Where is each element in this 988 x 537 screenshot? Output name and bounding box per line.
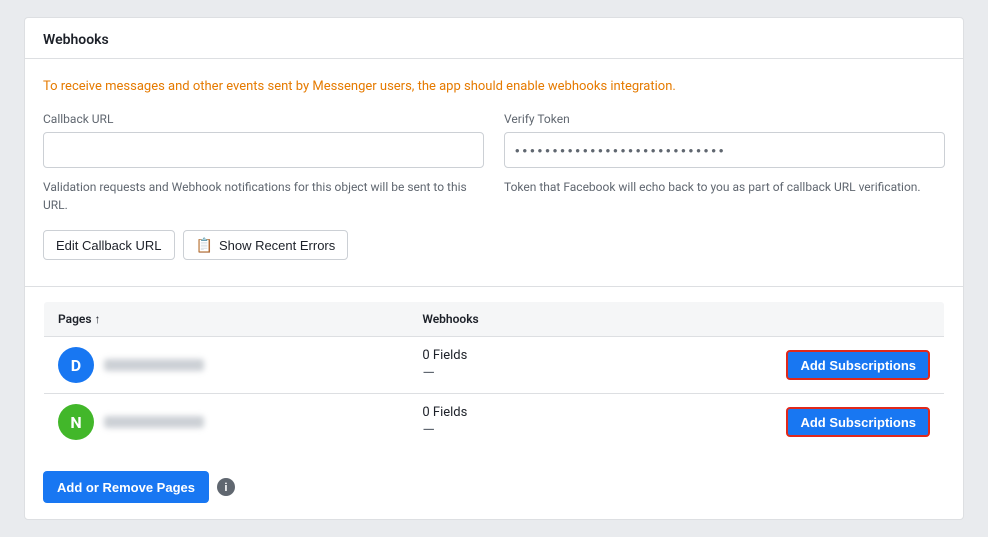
show-errors-label: Show Recent Errors: [219, 238, 335, 253]
pages-table: Pages ↑ Webhooks D: [43, 301, 945, 451]
callback-url-group: Callback URL: [43, 112, 484, 168]
avatar-d: D: [58, 347, 94, 383]
action-column-header: [585, 302, 945, 337]
page-name-blurred: [104, 359, 204, 371]
info-text: To receive messages and other events sen…: [43, 77, 945, 97]
verify-token-label: Verify Token: [504, 112, 945, 126]
table-row: N 0 Fields — Add Subscriptions: [44, 394, 945, 451]
page-name-blurred: [104, 416, 204, 428]
add-subscriptions-button-n[interactable]: Add Subscriptions: [786, 407, 930, 437]
webhooks-cell-d: 0 Fields —: [408, 337, 584, 394]
info-icon[interactable]: i: [217, 478, 235, 496]
fields-count-n: 0 Fields: [422, 405, 570, 420]
callback-url-hint: Validation requests and Webhook notifica…: [43, 178, 484, 214]
verify-token-group: Verify Token: [504, 112, 945, 168]
clipboard-icon: 📋: [196, 237, 213, 254]
page-cell-n: N: [44, 394, 409, 451]
action-cell-n: Add Subscriptions: [585, 394, 945, 451]
table-row: D 0 Fields — Add Subscriptions: [44, 337, 945, 394]
webhooks-column-header: Webhooks: [408, 302, 584, 337]
verify-token-hint: Token that Facebook will echo back to yo…: [504, 178, 945, 214]
webhooks-card: Webhooks To receive messages and other e…: [24, 17, 964, 521]
callback-url-input[interactable]: [43, 132, 484, 168]
page-cell-d: D: [44, 337, 409, 394]
add-subscriptions-button-d[interactable]: Add Subscriptions: [786, 350, 930, 380]
avatar-n: N: [58, 404, 94, 440]
card-title: Webhooks: [25, 18, 963, 59]
bottom-row: Add or Remove Pages i: [25, 467, 963, 519]
action-cell-d: Add Subscriptions: [585, 337, 945, 394]
pages-column-header: Pages ↑: [44, 302, 409, 337]
edit-callback-button[interactable]: Edit Callback URL: [43, 230, 175, 260]
webhooks-cell-n: 0 Fields —: [408, 394, 584, 451]
pages-table-section: Pages ↑ Webhooks D: [25, 301, 963, 467]
dash-n: —: [422, 420, 570, 439]
callback-url-label: Callback URL: [43, 112, 484, 126]
show-errors-button[interactable]: 📋 Show Recent Errors: [183, 230, 349, 260]
add-remove-pages-button[interactable]: Add or Remove Pages: [43, 471, 209, 503]
edit-callback-label: Edit Callback URL: [56, 238, 162, 253]
verify-token-input[interactable]: [504, 132, 945, 168]
fields-count-d: 0 Fields: [422, 348, 570, 363]
dash-d: —: [422, 363, 570, 382]
